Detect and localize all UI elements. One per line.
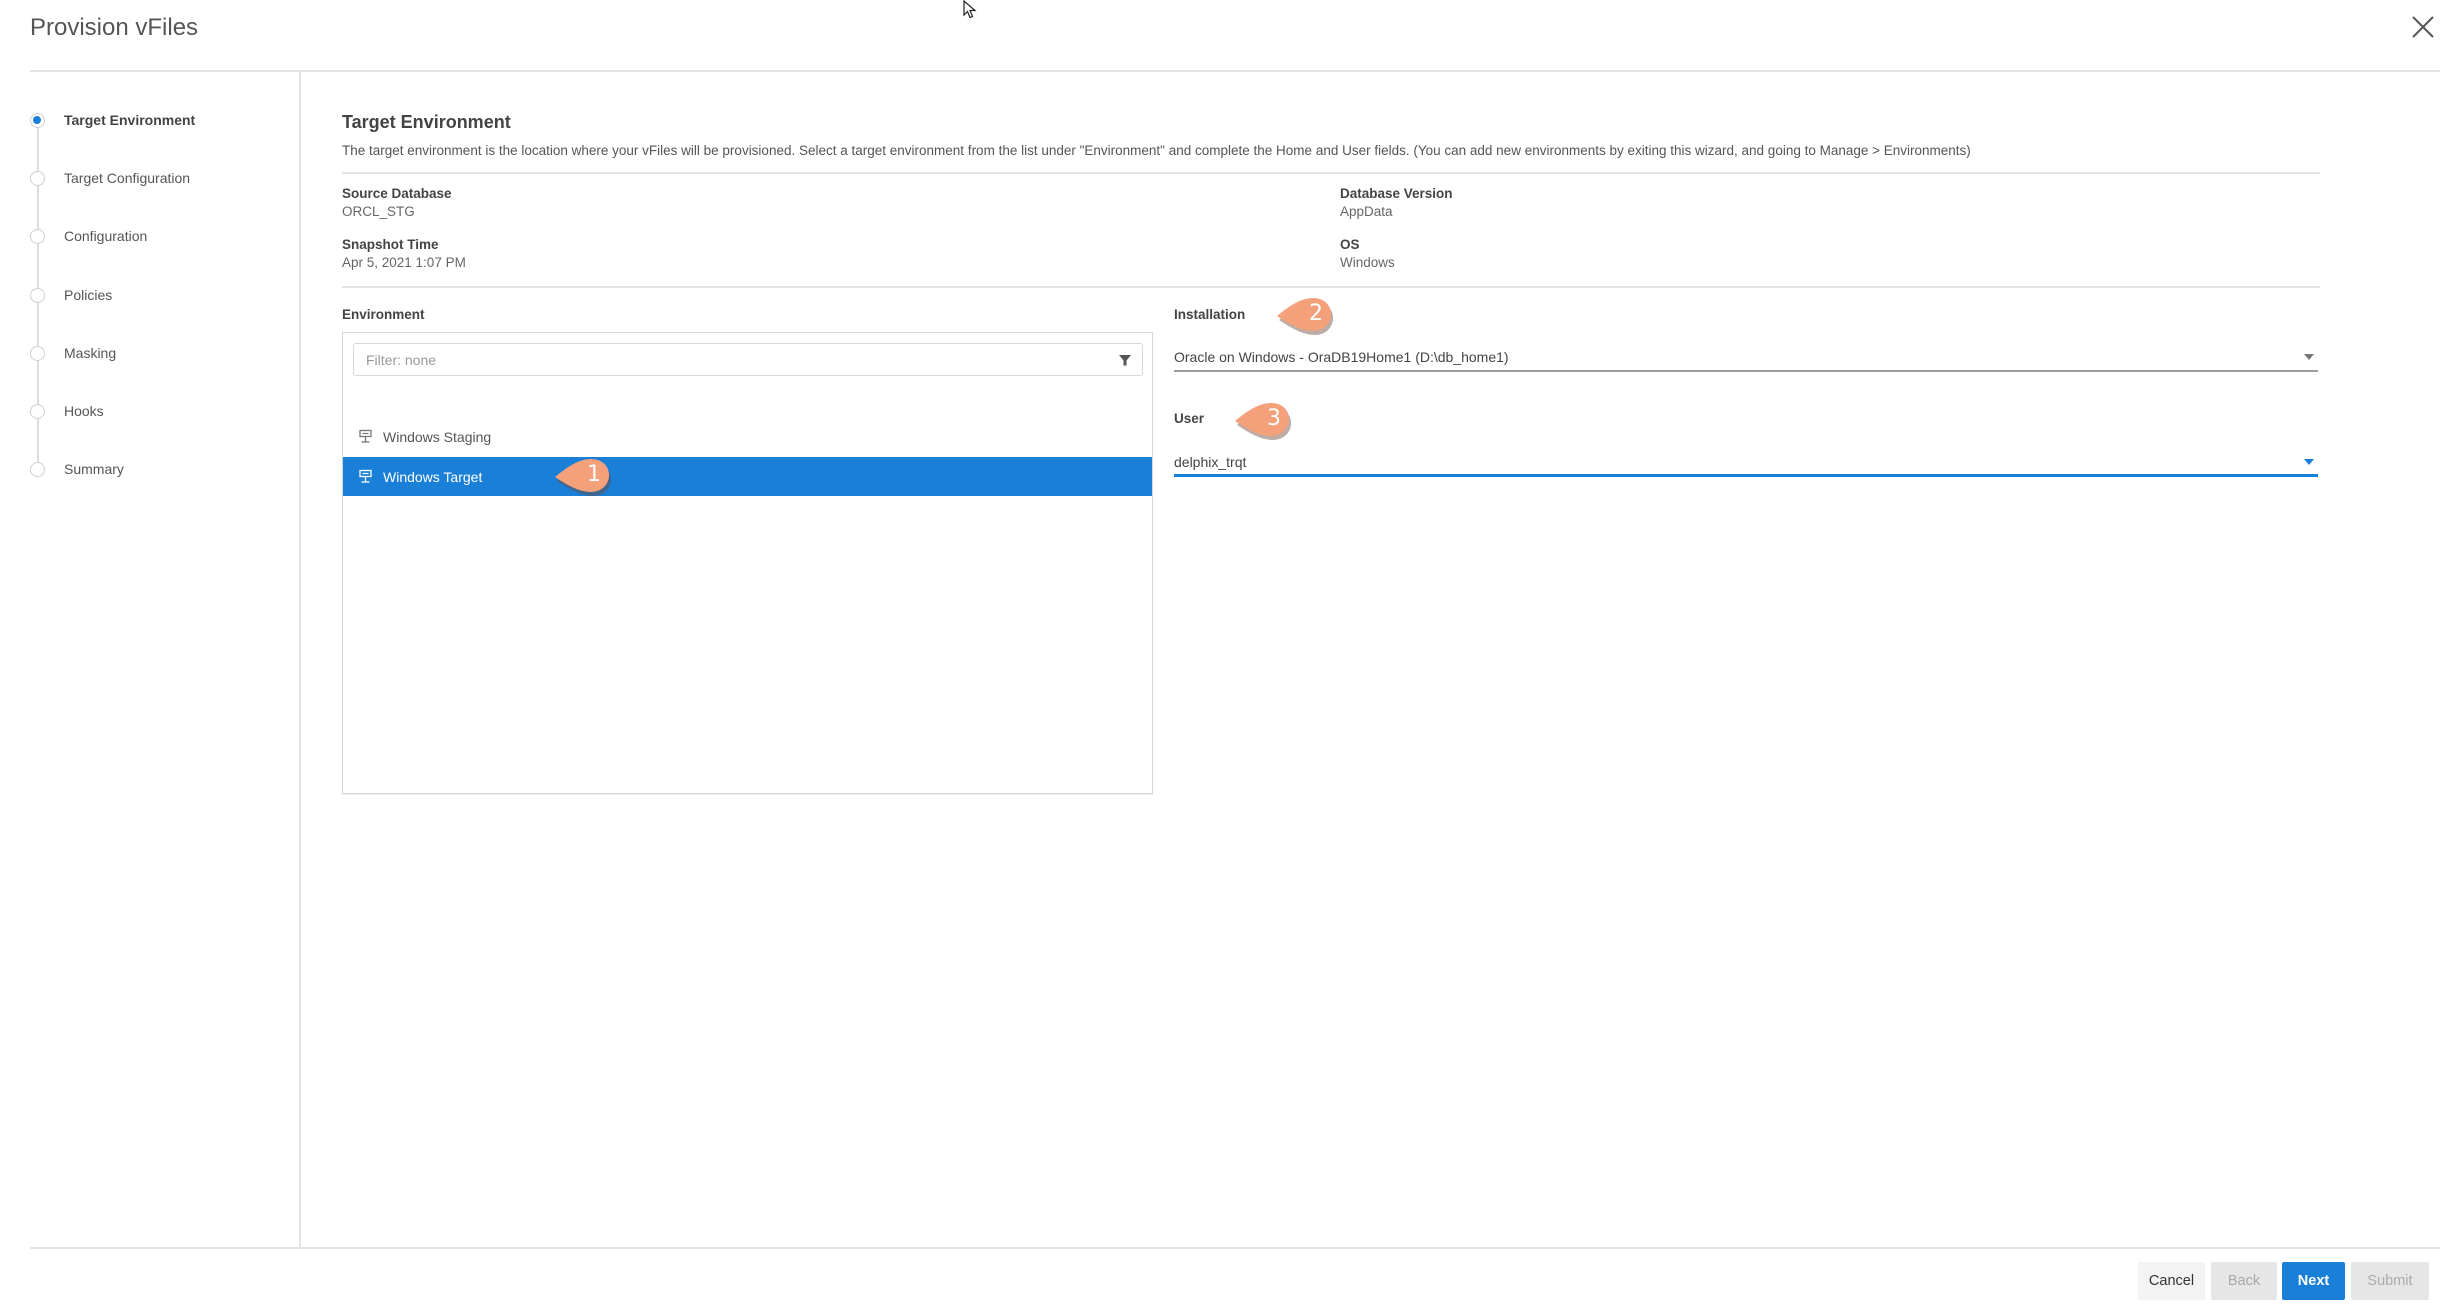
step-label: Masking bbox=[64, 345, 117, 361]
back-button[interactable]: Back bbox=[2211, 1262, 2277, 1300]
os-value: Windows bbox=[1340, 255, 1395, 270]
step-indicator-icon bbox=[30, 461, 45, 477]
step-indicator-icon bbox=[30, 112, 45, 128]
step-target-environment[interactable]: Target Environment bbox=[30, 110, 195, 130]
divider bbox=[342, 286, 2320, 288]
chevron-down-icon bbox=[2304, 354, 2314, 360]
server-icon bbox=[359, 429, 372, 443]
environment-item-windows-staging[interactable]: Windows Staging bbox=[343, 417, 1152, 456]
step-indicator-icon bbox=[30, 170, 45, 186]
section-heading: Target Environment bbox=[342, 112, 511, 132]
step-configuration[interactable]: Configuration bbox=[30, 226, 147, 246]
step-indicator-icon bbox=[30, 228, 45, 244]
step-indicator-icon bbox=[30, 287, 45, 303]
close-icon bbox=[2412, 16, 2434, 38]
callout-number: 3 bbox=[1267, 406, 1281, 431]
sidebar-divider bbox=[299, 71, 301, 1249]
filter-input[interactable] bbox=[366, 351, 1106, 368]
header-divider bbox=[30, 70, 2440, 72]
callout-marker-2: 2 bbox=[1273, 296, 1337, 336]
cancel-button[interactable]: Cancel bbox=[2138, 1262, 2205, 1300]
snapshot-time-label: Snapshot Time bbox=[342, 237, 439, 252]
callout-marker-1: 1 bbox=[551, 457, 615, 497]
environment-label: Environment bbox=[342, 307, 425, 322]
database-version-value: AppData bbox=[1340, 204, 1393, 219]
step-hooks[interactable]: Hooks bbox=[30, 401, 104, 421]
user-select[interactable]: delphix_trqt bbox=[1174, 449, 2318, 477]
step-label: Target Environment bbox=[64, 112, 196, 128]
step-label: Summary bbox=[64, 461, 124, 477]
section-description: The target environment is the location w… bbox=[342, 143, 1971, 158]
user-value: delphix_trqt bbox=[1174, 453, 1247, 470]
close-button[interactable] bbox=[2408, 12, 2438, 42]
next-button[interactable]: Next bbox=[2282, 1262, 2345, 1300]
mouse-cursor-icon bbox=[963, 0, 977, 19]
source-database-label: Source Database bbox=[342, 186, 452, 201]
dialog-title: Provision vFiles bbox=[30, 14, 199, 41]
submit-button[interactable]: Submit bbox=[2351, 1262, 2429, 1300]
step-label: Policies bbox=[64, 287, 113, 303]
installation-select[interactable]: Oracle on Windows - OraDB19Home1 (D:\db_… bbox=[1174, 344, 2318, 372]
step-label: Hooks bbox=[64, 403, 104, 419]
environment-filter[interactable] bbox=[353, 343, 1143, 376]
step-target-configuration[interactable]: Target Configuration bbox=[30, 168, 190, 188]
database-version-label: Database Version bbox=[1340, 186, 1453, 201]
installation-label: Installation bbox=[1174, 307, 1246, 322]
divider bbox=[342, 172, 2320, 174]
step-label: Configuration bbox=[64, 228, 148, 244]
step-policies[interactable]: Policies bbox=[30, 285, 112, 305]
installation-value: Oracle on Windows - OraDB19Home1 (D:\db_… bbox=[1174, 349, 1509, 365]
step-indicator-icon bbox=[30, 403, 45, 419]
callout-number: 1 bbox=[587, 462, 601, 487]
step-indicator-icon bbox=[30, 345, 45, 361]
chevron-down-icon bbox=[2304, 459, 2314, 465]
environment-list: Windows Staging Windows Target bbox=[342, 332, 1153, 794]
footer-divider bbox=[30, 1247, 2440, 1249]
environment-item-windows-target[interactable]: Windows Target bbox=[343, 457, 1152, 496]
environment-item-label: Windows Target bbox=[383, 468, 483, 485]
step-label: Target Configuration bbox=[64, 170, 191, 186]
source-database-value: ORCL_STG bbox=[342, 204, 415, 219]
os-label: OS bbox=[1340, 237, 1360, 252]
step-masking[interactable]: Masking bbox=[30, 343, 116, 363]
server-icon bbox=[359, 469, 372, 483]
callout-marker-3: 3 bbox=[1231, 401, 1295, 441]
callout-number: 2 bbox=[1309, 301, 1323, 326]
environment-item-label: Windows Staging bbox=[383, 428, 492, 445]
snapshot-time-value: Apr 5, 2021 1:07 PM bbox=[342, 255, 466, 270]
step-summary[interactable]: Summary bbox=[30, 459, 124, 479]
user-label: User bbox=[1174, 411, 1205, 426]
filter-icon[interactable] bbox=[1118, 353, 1132, 367]
